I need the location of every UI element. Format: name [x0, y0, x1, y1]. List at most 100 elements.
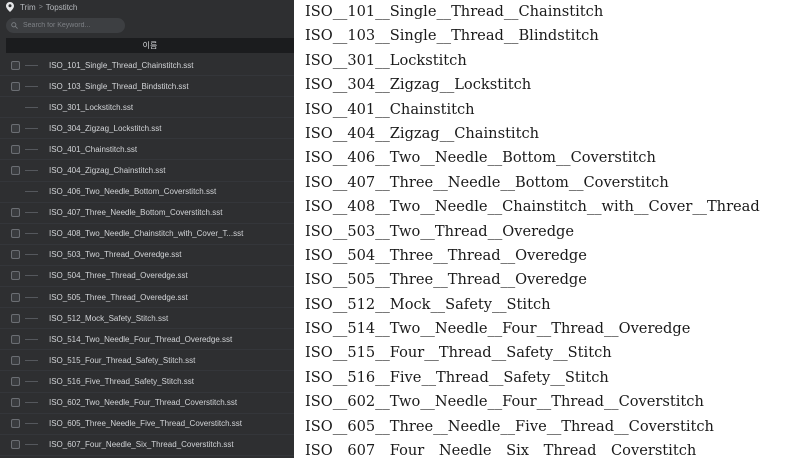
- stitch-name: ISO__504__Three__Thread__Overedge: [305, 246, 587, 264]
- row-checkbox[interactable]: [11, 229, 20, 239]
- row-checkbox[interactable]: [11, 166, 20, 176]
- stitch-name: ISO__301__Lockstitch: [305, 51, 467, 69]
- file-name: ISO_504_Three_Thread_Overedge.sst: [49, 271, 188, 281]
- row-checkbox[interactable]: [11, 144, 20, 154]
- file-row[interactable]: ISO_607_Four_Needle_Six_Thread_Coverstit…: [0, 435, 294, 456]
- column-header-label: 이름: [142, 41, 158, 50]
- row-checkbox[interactable]: [11, 208, 20, 218]
- file-name: ISO_515_Four_Thread_Safety_Stitch.sst: [49, 355, 196, 365]
- row-checkbox[interactable]: [11, 271, 20, 281]
- row-checkbox[interactable]: [11, 313, 20, 323]
- file-row[interactable]: ISO_602_Two_Needle_Four_Thread_Coverstit…: [0, 393, 294, 414]
- file-list: ISO_101_Single_Thread_Chainstitch.sst ISO…: [0, 55, 294, 456]
- file-name: ISO_404_Zigzag_Chainstitch.sst: [49, 166, 166, 176]
- stitch-name: ISO__505__Three__Thread__Overedge: [305, 271, 587, 289]
- stitch-name: ISO__401__Chainstitch: [305, 100, 475, 118]
- row-thumbnail: [25, 170, 38, 172]
- row-checkbox[interactable]: [11, 81, 20, 91]
- file-row[interactable]: ISO_101_Single_Thread_Chainstitch.sst: [0, 55, 294, 77]
- file-row[interactable]: ISO_512_Mock_Safety_Stitch.sst: [0, 308, 294, 330]
- row-checkbox[interactable]: [11, 292, 20, 302]
- file-name: ISO_301_Lockstitch.sst: [49, 102, 134, 112]
- file-row[interactable]: ISO_503_Two_Thread_Overedge.sst: [0, 245, 294, 266]
- file-name: ISO_101_Single_Thread_Chainstitch.sst: [49, 60, 194, 70]
- file-browser-panel: Trim > Topstitch 이름 ISO_101_Single_Threa…: [0, 0, 294, 458]
- file-name: ISO_602_Two_Needle_Four_Thread_Coverstit…: [49, 398, 238, 408]
- row-thumbnail: [25, 127, 38, 129]
- row-checkbox[interactable]: [11, 440, 20, 450]
- file-name: ISO_407_Three_Needle_Bottom_Coverstitch.…: [49, 208, 223, 218]
- breadcrumb-separator: >: [38, 3, 43, 11]
- stitch-name: ISO__516__Five__Thread__Safety__Stitch: [305, 368, 609, 386]
- stitch-name: ISO__408__Two__Needle__Chainstitch__with…: [305, 198, 760, 216]
- file-row[interactable]: ISO_605_Three_Needle_Five_Thread_Coverst…: [0, 414, 294, 435]
- map-pin-icon: [6, 2, 14, 12]
- row-checkbox[interactable]: [11, 334, 20, 344]
- row-checkbox[interactable]: [11, 398, 20, 408]
- file-name: ISO_103_Single_Thread_Bindstitch.sst: [49, 81, 189, 91]
- file-name: ISO_401_Chainstitch.sst: [49, 144, 138, 154]
- row-thumbnail: [25, 317, 38, 319]
- row-thumbnail: [25, 212, 38, 214]
- file-row[interactable]: ISO_505_Three_Thread_Overedge.sst: [0, 287, 294, 309]
- row-thumbnail: [25, 275, 38, 277]
- row-thumbnail: [25, 359, 38, 361]
- row-thumbnail: [25, 233, 38, 235]
- row-checkbox[interactable]: [11, 250, 20, 260]
- file-row[interactable]: ISO_406_Two_Needle_Bottom_Coverstitch.ss…: [0, 182, 294, 203]
- file-row[interactable]: ISO_404_Zigzag_Chainstitch.sst: [0, 160, 294, 182]
- stitch-name: ISO__406__Two__Needle__Bottom__Coverstit…: [305, 149, 656, 167]
- stitch-name: ISO__512__Mock__Safety__Stitch: [305, 295, 551, 313]
- file-name: ISO_516_Five_Thread_Safety_Stitch.sst: [49, 376, 194, 386]
- row-thumbnail: [25, 106, 38, 108]
- search-input[interactable]: [6, 18, 125, 33]
- row-thumbnail: [25, 296, 38, 298]
- file-row[interactable]: ISO_515_Four_Thread_Safety_Stitch.sst: [0, 350, 294, 372]
- file-name: ISO_304_Zigzag_Lockstitch.sst: [49, 123, 162, 133]
- row-checkbox[interactable]: [11, 376, 20, 386]
- file-name: ISO_512_Mock_Safety_Stitch.sst: [49, 313, 169, 323]
- stitch-name: ISO__515__Four__Thread__Safety__Stitch: [305, 344, 612, 362]
- row-thumbnail: [25, 85, 38, 87]
- stitch-name: ISO__101__Single__Thread__Chainstitch: [305, 3, 604, 20]
- file-row[interactable]: ISO_504_Three_Thread_Overedge.sst: [0, 266, 294, 288]
- stitch-name: ISO__304__Zigzag__Lockstitch: [305, 76, 532, 94]
- file-name: ISO_514_Two_Needle_Four_Thread_Overedge.…: [49, 334, 233, 344]
- file-row[interactable]: ISO_401_Chainstitch.sst: [0, 139, 294, 161]
- column-header-name[interactable]: 이름: [6, 38, 294, 53]
- file-row[interactable]: ISO_301_Lockstitch.sst: [0, 97, 294, 119]
- file-name: ISO_406_Two_Needle_Bottom_Coverstitch.ss…: [49, 187, 217, 197]
- file-name: ISO_505_Three_Thread_Overedge.sst: [49, 292, 188, 302]
- file-name: ISO_607_Four_Needle_Six_Thread_Coverstit…: [49, 440, 234, 450]
- row-thumbnail: [25, 191, 38, 193]
- stitch-name: ISO__607__Four__Needle__Six__Thread__Cov…: [305, 442, 697, 458]
- stitch-name: ISO__605__Three__Needle__Five__Thread__C…: [305, 417, 714, 435]
- row-checkbox[interactable]: [11, 355, 20, 365]
- row-thumbnail: [25, 402, 38, 404]
- row-thumbnail: [25, 444, 38, 446]
- row-thumbnail: [25, 380, 38, 382]
- file-row[interactable]: ISO_514_Two_Needle_Four_Thread_Overedge.…: [0, 329, 294, 351]
- row-thumbnail: [25, 254, 38, 256]
- stitch-name: ISO__503__Two__Thread__Overedge: [305, 222, 575, 240]
- row-checkbox[interactable]: [11, 419, 20, 429]
- search-icon: [11, 22, 18, 29]
- row-thumbnail: [25, 423, 38, 425]
- breadcrumb-root[interactable]: Trim: [20, 3, 36, 12]
- file-row[interactable]: ISO_516_Five_Thread_Safety_Stitch.sst: [0, 371, 294, 393]
- breadcrumb: Trim > Topstitch: [6, 1, 77, 13]
- file-row[interactable]: ISO_408_Two_Needle_Chainstitch_with_Cove…: [0, 224, 294, 245]
- row-checkbox[interactable]: [11, 60, 20, 70]
- stitch-name: ISO__404__Zigzag__Chainstitch: [305, 124, 540, 142]
- file-row[interactable]: ISO_407_Three_Needle_Bottom_Coverstitch.…: [0, 203, 294, 224]
- file-row[interactable]: ISO_103_Single_Thread_Bindstitch.sst: [0, 76, 294, 98]
- row-thumbnail: [25, 148, 38, 150]
- stitch-name: ISO__514__Two__Needle__Four__Thread__Ove…: [305, 320, 691, 338]
- stitch-name: ISO__407__Three__Needle__Bottom__Coverst…: [305, 173, 669, 191]
- file-name: ISO_605_Three_Needle_Five_Thread_Coverst…: [49, 419, 242, 429]
- row-checkbox[interactable]: [11, 123, 20, 133]
- file-row[interactable]: ISO_304_Zigzag_Lockstitch.sst: [0, 118, 294, 140]
- breadcrumb-current[interactable]: Topstitch: [46, 3, 78, 12]
- stitch-name: ISO__602__Two__Needle__Four__Thread__Cov…: [305, 393, 704, 411]
- stitch-name: ISO__103__Single__Thread__Blindstitch: [305, 27, 599, 45]
